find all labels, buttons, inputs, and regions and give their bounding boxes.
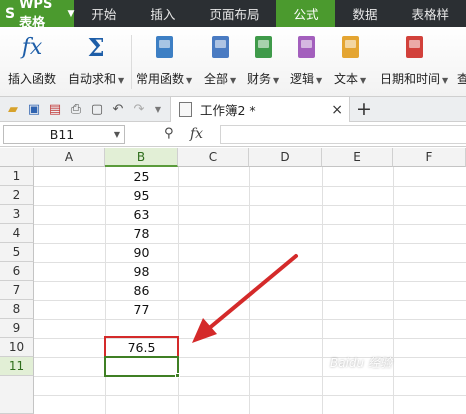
all-functions-button[interactable]: 全部 ▼ <box>204 33 236 87</box>
menu-item-page-layout[interactable]: 页面布局 <box>192 0 276 27</box>
document-icon <box>179 102 192 117</box>
spreadsheet-grid: A B C D E F 1 2 3 4 5 6 7 8 9 10 11 25 9… <box>0 148 466 414</box>
magnifier-icon[interactable]: ⚲ <box>164 126 174 141</box>
new-tab-button[interactable]: + <box>356 98 372 120</box>
menu-item-home[interactable]: 开始 <box>74 0 133 27</box>
chevron-down-icon: ▼ <box>442 76 449 85</box>
name-box-value: B11 <box>49 127 75 142</box>
date-time-label: 日期和时间 <box>380 72 441 86</box>
all-functions-label: 全部 <box>204 72 229 86</box>
save-icon[interactable]: ▣ <box>26 101 42 117</box>
app-name: WPS 表格 <box>19 0 53 31</box>
menu-item-formulas[interactable]: 公式 <box>276 0 336 27</box>
lookup-icon <box>458 37 466 57</box>
logic-book-icon <box>297 36 315 58</box>
all-functions-book-icon <box>211 36 229 58</box>
ribbon-divider <box>131 35 132 89</box>
tab-workbook[interactable]: 工作簿2 * × <box>170 97 350 122</box>
date-time-button[interactable]: 日期和时间 ▼ <box>380 33 448 87</box>
tab-workbook-label: 工作簿2 * <box>200 103 256 118</box>
common-functions-button[interactable]: 常用函数 ▼ <box>136 33 192 87</box>
undo-icon[interactable]: ↶ <box>110 101 126 117</box>
chevron-down-icon: ▼ <box>118 76 125 85</box>
chevron-down-icon: ▼ <box>230 76 237 85</box>
finance-label: 财务 <box>247 72 272 86</box>
autosum-label: 自动求和 <box>68 72 117 86</box>
watermark: Baidu 经验 <box>330 356 392 370</box>
chevron-down-icon: ▼ <box>67 8 75 19</box>
export-pdf-icon[interactable]: ▤ <box>47 101 63 117</box>
print-icon[interactable]: ⎙ <box>68 101 84 117</box>
chevron-down-icon: ▼ <box>360 76 367 85</box>
redo-icon[interactable]: ↷ <box>131 101 147 117</box>
menu-item-table-style[interactable]: 表格样 <box>394 0 466 27</box>
arrow-shaft <box>205 254 298 332</box>
common-functions-label: 常用函数 <box>136 72 185 86</box>
finance-button[interactable]: 财务 ▼ <box>247 33 279 87</box>
menu-bar: S WPS 表格 ▼ 开始 插入 页面布局 公式 数据 表格样 <box>0 0 466 31</box>
annotation-arrow <box>192 254 298 343</box>
chevron-down-icon: ▼ <box>273 76 280 85</box>
wps-logo-icon: S <box>5 5 16 22</box>
finance-book-icon <box>254 36 272 58</box>
text-functions-button[interactable]: 文本 ▼ <box>334 33 366 87</box>
formula-input[interactable] <box>220 125 466 144</box>
app-menu-button[interactable]: S WPS 表格 ▼ <box>0 0 75 31</box>
chevron-down-icon: ▼ <box>186 76 193 85</box>
formula-bar: B11 ▼ ⚲ fx <box>0 122 466 147</box>
fx-icon: fx <box>21 34 43 60</box>
text-functions-label: 文本 <box>334 72 359 86</box>
chevron-down-icon[interactable]: ▼ <box>150 101 166 117</box>
sigma-icon: Σ <box>87 32 105 62</box>
print-preview-icon[interactable]: ▢ <box>89 101 105 117</box>
close-icon[interactable]: × <box>331 102 343 118</box>
name-box[interactable]: B11 ▼ <box>3 125 125 144</box>
autosum-button[interactable]: Σ 自动求和 ▼ <box>68 33 124 87</box>
text-book-icon <box>341 36 359 58</box>
lookup-label: 查 <box>457 72 466 86</box>
logic-label: 逻辑 <box>290 72 315 86</box>
logic-button[interactable]: 逻辑 ▼ <box>290 33 322 87</box>
insert-function-label: 插入函数 <box>8 72 57 86</box>
chevron-down-icon: ▼ <box>316 76 323 85</box>
insert-function-button[interactable]: fx 插入函数 <box>8 33 56 87</box>
function-book-icon <box>155 36 173 58</box>
ribbon: fx 插入函数 Σ 自动求和 ▼ 常用函数 ▼ 全部 ▼ 财务 ▼ 逻辑 ▼ 文本 ▼ 日期… <box>0 27 466 97</box>
fx-icon[interactable]: fx <box>190 126 203 142</box>
lookup-button[interactable]: 查 <box>457 33 466 87</box>
open-folder-icon[interactable]: ▰ <box>5 101 21 117</box>
arrow-head <box>192 318 217 343</box>
quick-access-toolbar: ▰ ▣ ▤ ⎙ ▢ ↶ ↷ ▼ 工作簿2 * × + <box>0 97 466 122</box>
menu-item-insert[interactable]: 插入 <box>133 0 192 27</box>
menu-item-data[interactable]: 数据 <box>335 0 394 27</box>
clock-book-icon <box>405 36 423 58</box>
chevron-down-icon[interactable]: ▼ <box>110 130 124 139</box>
